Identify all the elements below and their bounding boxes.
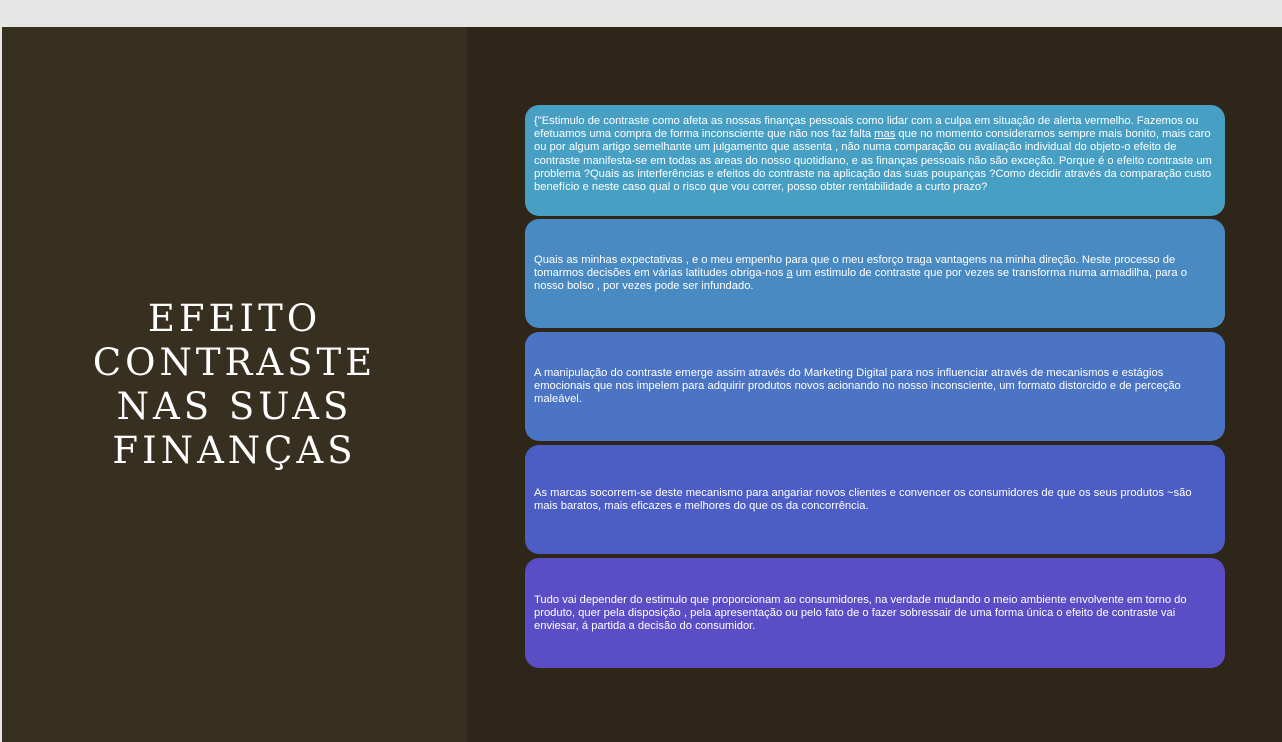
card-1-underlined-word: mas: [874, 128, 896, 141]
card-1-text: {"Estimulo de contraste como afeta as no…: [534, 115, 1215, 194]
content-card-3[interactable]: A manipulação do contraste emerge assim …: [525, 332, 1225, 441]
card-2-text: Quais as minhas expectativas , e o meu e…: [534, 254, 1215, 294]
card-5-text: Tudo vai depender do estimulo que propor…: [534, 594, 1187, 633]
title-line-2: CONTRASTE: [92, 341, 377, 384]
content-card-1[interactable]: {"Estimulo de contraste como afeta as no…: [525, 105, 1225, 216]
app-top-bar: [0, 0, 1282, 26]
card-3-text: A manipulação do contraste emerge assim …: [534, 367, 1181, 406]
title-line-1: EFEITO: [147, 297, 322, 340]
title-line-4: FINANÇAS: [112, 429, 357, 472]
content-card-4[interactable]: As marcas socorrem-se deste mecanismo pa…: [525, 445, 1225, 554]
card-4-text: As marcas socorrem-se deste mecanismo pa…: [534, 487, 1192, 513]
slide-title: EFEITO CONTRASTE NAS SUAS FINANÇAS: [2, 297, 467, 473]
content-card-5[interactable]: Tudo vai depender do estimulo que propor…: [525, 558, 1225, 668]
content-card-2[interactable]: Quais as minhas expectativas , e o meu e…: [525, 219, 1225, 328]
title-line-3: NAS SUAS: [116, 385, 353, 428]
title-panel: EFEITO CONTRASTE NAS SUAS FINANÇAS: [2, 27, 467, 742]
presentation-slide: EFEITO CONTRASTE NAS SUAS FINANÇAS {"Est…: [2, 27, 1282, 742]
